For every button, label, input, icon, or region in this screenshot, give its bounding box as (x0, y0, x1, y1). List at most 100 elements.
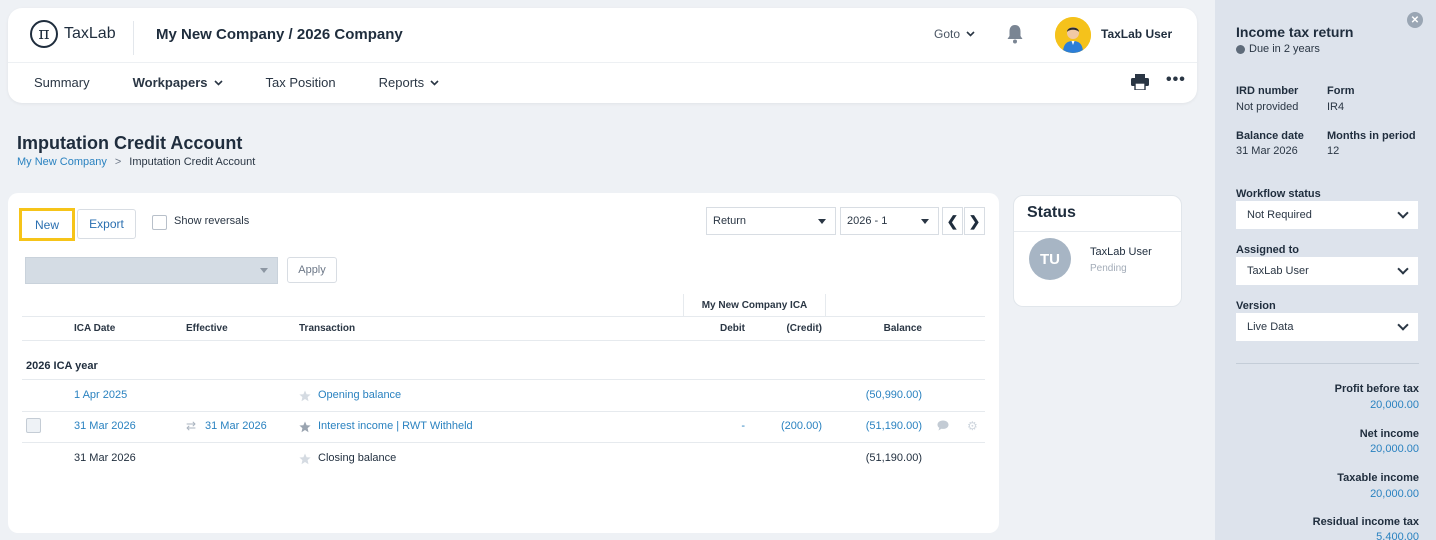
logo-text: TaxLab (64, 25, 116, 42)
workflow-status-label: Workflow status (1236, 188, 1321, 200)
status-user-avatar: TU (1029, 238, 1071, 280)
star-icon[interactable] (299, 421, 311, 433)
balance-date-value: 31 Mar 2026 (1236, 145, 1298, 157)
export-button[interactable]: Export (77, 209, 136, 239)
star-icon[interactable] (299, 390, 311, 402)
nav-tax-position-label: Tax Position (265, 75, 336, 90)
avatar-person-icon (1055, 17, 1091, 53)
row-transaction: Closing balance (318, 452, 397, 464)
more-options-icon[interactable]: ••• (1166, 71, 1186, 89)
version-value: Live Data (1247, 321, 1294, 333)
printer-icon[interactable] (1131, 74, 1149, 90)
chevron-down-icon (430, 79, 439, 86)
taxlab-logo[interactable]: π TaxLab (30, 20, 116, 48)
row-balance[interactable]: (50,990.00) (828, 389, 922, 401)
row-ica-date[interactable]: 31 Mar 2026 (74, 420, 136, 432)
status-divider (1014, 231, 1181, 232)
breadcrumb-root-link[interactable]: My New Company (17, 156, 107, 168)
metric-value[interactable]: 20,000.00 (1370, 488, 1419, 500)
due-text: Due in 2 years (1249, 43, 1320, 55)
table-divider (22, 442, 985, 443)
apply-button[interactable]: Apply (287, 257, 337, 283)
swap-arrows-icon: ⇄ (186, 419, 197, 433)
nav-tax-position[interactable]: Tax Position (266, 75, 336, 90)
star-icon[interactable] (299, 453, 311, 465)
user-avatar[interactable] (1055, 17, 1091, 53)
balance-date-label: Balance date (1236, 130, 1304, 142)
comment-icon[interactable] (937, 420, 949, 431)
assigned-to-select[interactable]: TaxLab User (1236, 257, 1418, 285)
workflow-status-value: Not Required (1247, 209, 1312, 221)
metric-label: Profit before tax (1334, 383, 1419, 395)
table-divider (22, 340, 985, 341)
logo-pi-icon: π (30, 20, 58, 48)
col-debit[interactable]: Debit (694, 323, 745, 334)
nav-summary-label: Summary (34, 75, 90, 90)
year-select[interactable]: 2026 - 1 (840, 207, 939, 235)
bulk-action-select[interactable] (25, 257, 278, 284)
return-select[interactable]: Return (706, 207, 836, 235)
nav-reports[interactable]: Reports (379, 75, 440, 90)
row-transaction[interactable]: Opening balance (318, 389, 401, 401)
nav-summary[interactable]: Summary (34, 75, 90, 90)
year-select-value: 2026 - 1 (847, 215, 888, 227)
col-ica-date[interactable]: ICA Date (74, 323, 115, 334)
metric-value[interactable]: 20,000.00 (1370, 399, 1419, 411)
show-reversals-checkbox[interactable] (152, 215, 167, 230)
goto-dropdown[interactable]: Goto (934, 27, 975, 41)
assigned-to-label: Assigned to (1236, 244, 1299, 256)
table-divider (22, 379, 985, 380)
metric-label: Residual income tax (1312, 516, 1419, 528)
row-balance: (51,190.00) (865, 452, 922, 464)
panel-title: Income tax return (1236, 24, 1354, 40)
breadcrumb-current: Imputation Credit Account (129, 156, 256, 168)
col-effective[interactable]: Effective (186, 323, 228, 334)
new-button[interactable]: New (19, 208, 75, 241)
main-nav: Summary Workpapers Tax Position Reports (34, 75, 482, 90)
due-info: Due in 2 years (1236, 43, 1320, 55)
row-credit[interactable]: (200.00) (751, 420, 822, 432)
chevron-left-icon: ❮ (946, 212, 959, 229)
workflow-status-select[interactable]: Not Required (1236, 201, 1418, 229)
caret-down-icon (818, 219, 826, 224)
months-value: 12 (1327, 145, 1340, 157)
table-group-header: My New Company ICA (683, 294, 826, 317)
col-transaction[interactable]: Transaction (299, 323, 355, 334)
show-reversals-label[interactable]: Show reversals (174, 215, 249, 227)
months-label: Months in period (1327, 130, 1416, 142)
breadcrumb-separator: > (114, 156, 122, 168)
row-debit[interactable]: - (708, 420, 745, 432)
metric-value[interactable]: 20,000.00 (1370, 443, 1419, 455)
metric-value[interactable]: 5,400.00 (1376, 531, 1419, 540)
status-user-name: TaxLab User (1090, 246, 1152, 258)
breadcrumb: My New Company > Imputation Credit Accou… (17, 156, 255, 168)
metric-label: Taxable income (1337, 472, 1419, 484)
col-balance[interactable]: Balance (848, 323, 922, 334)
close-icon[interactable]: ✕ (1407, 12, 1423, 28)
header-separator (8, 62, 1197, 63)
version-label: Version (1236, 300, 1276, 312)
notification-bell-icon[interactable] (1006, 24, 1024, 44)
table-divider (22, 316, 985, 317)
row-ica-date[interactable]: 1 Apr 2025 (74, 389, 127, 401)
nav-workpapers[interactable]: Workpapers (133, 75, 223, 90)
version-select[interactable]: Live Data (1236, 313, 1418, 341)
form-value: IR4 (1327, 101, 1345, 113)
row-select-checkbox[interactable] (26, 418, 41, 433)
top-header: π TaxLab My New Company / 2026 Company G… (8, 8, 1197, 103)
caret-down-icon (260, 268, 268, 273)
gear-icon[interactable]: ⚙ (967, 419, 978, 433)
ird-number-value: Not provided (1236, 101, 1299, 113)
row-transaction[interactable]: Interest income | RWT Withheld (318, 420, 473, 432)
next-period-button[interactable]: ❯ (964, 207, 985, 235)
clock-icon (1236, 44, 1245, 54)
col-credit[interactable]: (Credit) (765, 323, 822, 334)
prev-period-button[interactable]: ❮ (942, 207, 963, 235)
row-balance[interactable]: (51,190.00) (828, 420, 922, 432)
header-divider (133, 21, 134, 55)
user-name[interactable]: TaxLab User (1101, 27, 1172, 41)
ird-number-label: IRD number (1236, 85, 1299, 97)
status-card: Status TU TaxLab User Pending (1013, 195, 1182, 307)
chevron-right-icon: ❯ (968, 212, 981, 229)
row-effective[interactable]: 31 Mar 2026 (205, 420, 267, 432)
